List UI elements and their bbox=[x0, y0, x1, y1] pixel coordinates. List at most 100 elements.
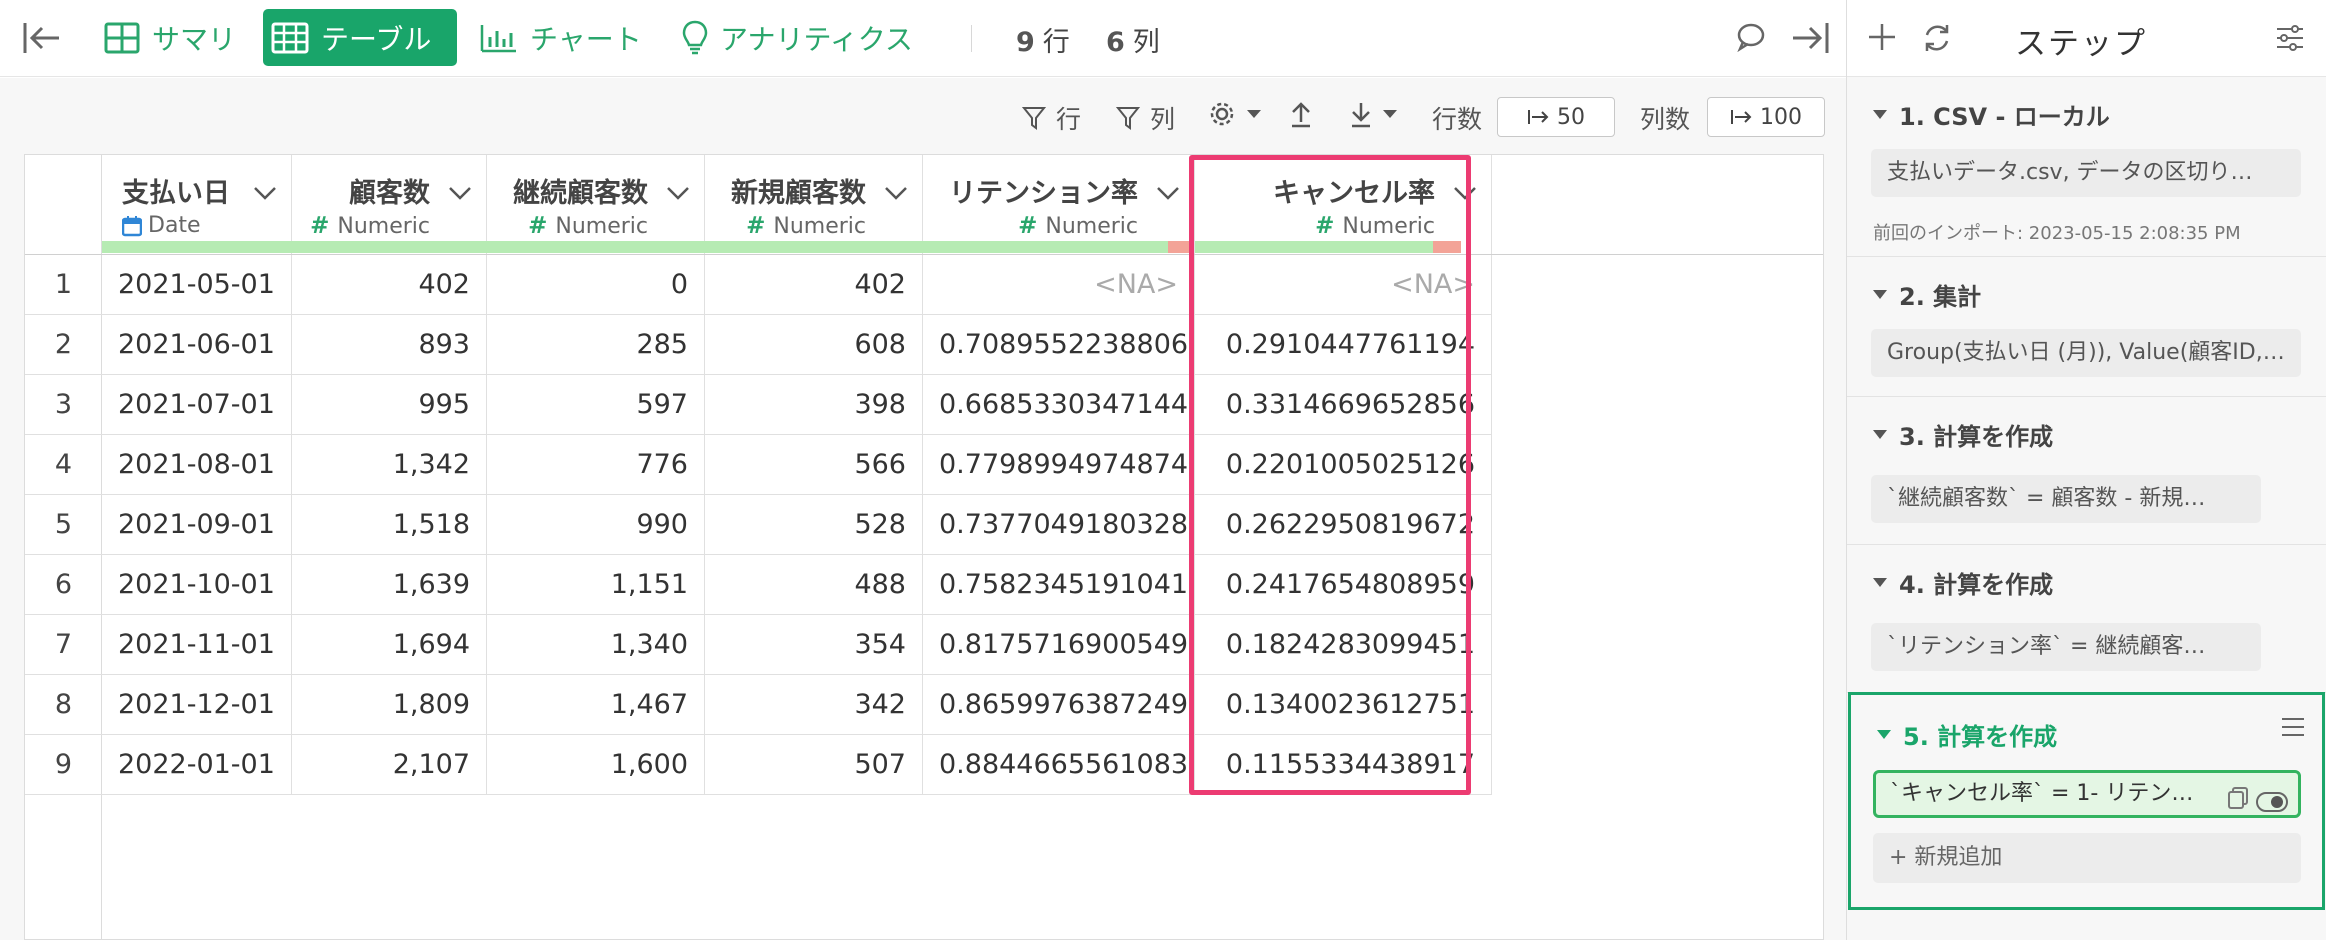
table-cell[interactable]: 0.8659976387249 bbox=[923, 675, 1195, 735]
column-header-retention-rate[interactable]: リテンション率 # Numeric bbox=[923, 155, 1195, 255]
table-cell[interactable]: 342 bbox=[705, 675, 923, 735]
step-5-title[interactable]: 5. 計算を作成 bbox=[1877, 717, 2057, 752]
chevron-down-icon[interactable] bbox=[448, 185, 472, 204]
table-cell[interactable]: 0.3314669652856 bbox=[1195, 375, 1492, 435]
table-cell[interactable]: 0.7582345191041 bbox=[923, 555, 1195, 615]
step-5[interactable]: 5. 計算を作成 `キャンセル率` = 1- リテン… + 新規追加 bbox=[1848, 692, 2325, 910]
table-cell[interactable]: 2021-10-01 bbox=[102, 555, 292, 615]
step-5-body[interactable]: `キャンセル率` = 1- リテン… bbox=[1873, 770, 2301, 818]
step-1-body[interactable]: 支払いデータ.csv, データの区切り… bbox=[1871, 149, 2301, 197]
step-1-title[interactable]: 1. CSV - ローカル bbox=[1873, 97, 2110, 132]
table-cell[interactable]: 2021-05-01 bbox=[102, 255, 292, 315]
step-2-title[interactable]: 2. 集計 bbox=[1873, 277, 1981, 312]
table-cell[interactable]: <NA> bbox=[923, 255, 1195, 315]
table-cell[interactable]: 1,518 bbox=[292, 495, 487, 555]
table-cell[interactable]: 0.2622950819672 bbox=[1195, 495, 1492, 555]
table-cell[interactable]: 0.8844665561083 bbox=[923, 735, 1195, 795]
step-1[interactable]: 1. CSV - ローカル 支払いデータ.csv, データの区切り… 前回のイン… bbox=[1847, 77, 2326, 257]
collapse-left-icon[interactable] bbox=[22, 20, 62, 56]
table-cell[interactable]: 0.7089552238806 bbox=[923, 315, 1195, 375]
copy-icon[interactable] bbox=[2226, 783, 2250, 815]
column-header-new-customers[interactable]: 新規顧客数 # Numeric bbox=[705, 155, 923, 255]
table-cell[interactable]: 1,694 bbox=[292, 615, 487, 675]
add-new-step-button[interactable]: + 新規追加 bbox=[1873, 833, 2301, 883]
column-header-customers[interactable]: 顧客数 # Numeric bbox=[292, 155, 487, 255]
table-cell[interactable]: 0.1340023612751 bbox=[1195, 675, 1492, 735]
column-header-returning-customers[interactable]: 継続顧客数 # Numeric bbox=[487, 155, 705, 255]
table-cell[interactable]: 0.7798994974874 bbox=[923, 435, 1195, 495]
add-step-icon[interactable] bbox=[1867, 22, 1897, 56]
table-cell[interactable]: <NA> bbox=[1195, 255, 1492, 315]
table-cell[interactable]: 2,107 bbox=[292, 735, 487, 795]
table-cell[interactable]: 990 bbox=[487, 495, 705, 555]
tab-analytics[interactable]: アナリティクス bbox=[674, 9, 925, 66]
table-cell[interactable]: 1,639 bbox=[292, 555, 487, 615]
table-cell[interactable]: 566 bbox=[705, 435, 923, 495]
table-cell[interactable]: 0.8175716900549 bbox=[923, 615, 1195, 675]
step-3-title[interactable]: 3. 計算を作成 bbox=[1873, 417, 2053, 452]
table-cell[interactable]: 1,151 bbox=[487, 555, 705, 615]
table-cell[interactable]: 0.2417654808959 bbox=[1195, 555, 1492, 615]
table-cell[interactable]: 995 bbox=[292, 375, 487, 435]
table-cell[interactable]: 597 bbox=[487, 375, 705, 435]
hamburger-menu-icon[interactable] bbox=[2281, 717, 2305, 741]
upload-icon[interactable] bbox=[1290, 100, 1322, 128]
chevron-down-icon[interactable] bbox=[1453, 185, 1477, 204]
step-4-body[interactable]: `リテンション率` = 継続顧客… bbox=[1871, 623, 2261, 671]
table-cell[interactable]: 2021-09-01 bbox=[102, 495, 292, 555]
expand-right-icon[interactable] bbox=[1790, 20, 1830, 60]
table-cell[interactable]: 398 bbox=[705, 375, 923, 435]
table-cell[interactable]: 2021-06-01 bbox=[102, 315, 292, 375]
table-cell[interactable]: 1,809 bbox=[292, 675, 487, 735]
table-cell[interactable]: 402 bbox=[292, 255, 487, 315]
settings-dropdown[interactable] bbox=[1208, 100, 1272, 128]
table-cell[interactable]: 354 bbox=[705, 615, 923, 675]
table-cell[interactable]: 0 bbox=[487, 255, 705, 315]
table-cell[interactable]: 402 bbox=[705, 255, 923, 315]
table-cell[interactable]: 1,467 bbox=[487, 675, 705, 735]
table-cell[interactable]: 0.6685330347144 bbox=[923, 375, 1195, 435]
column-header-cancel-rate[interactable]: キャンセル率 # Numeric bbox=[1195, 155, 1492, 255]
toggle-icon[interactable] bbox=[2256, 785, 2288, 815]
table-cell[interactable]: 0.2201005025126 bbox=[1195, 435, 1492, 495]
table-cell[interactable]: 2021-08-01 bbox=[102, 435, 292, 495]
table-cell[interactable]: 776 bbox=[487, 435, 705, 495]
cols-limit-input[interactable]: 100 bbox=[1707, 97, 1825, 137]
table-cell[interactable]: 0.2910447761194 bbox=[1195, 315, 1492, 375]
table-cell[interactable]: 285 bbox=[487, 315, 705, 375]
table-cell[interactable]: 2021-07-01 bbox=[102, 375, 292, 435]
tab-table[interactable]: テーブル bbox=[263, 9, 457, 66]
step-2[interactable]: 2. 集計 Group(支払い日 (月)), Value(顧客ID,… bbox=[1847, 257, 2326, 397]
step-2-body[interactable]: Group(支払い日 (月)), Value(顧客ID,… bbox=[1871, 329, 2301, 377]
step-4[interactable]: 4. 計算を作成 `リテンション率` = 継続顧客… bbox=[1847, 545, 2326, 693]
table-cell[interactable]: 893 bbox=[292, 315, 487, 375]
download-dropdown[interactable] bbox=[1350, 100, 1408, 128]
chevron-down-icon[interactable] bbox=[1156, 185, 1180, 204]
sliders-icon[interactable] bbox=[2275, 24, 2305, 56]
table-cell[interactable]: 0.1824283099451 bbox=[1195, 615, 1492, 675]
table-cell[interactable]: 0.1155334438917 bbox=[1195, 735, 1492, 795]
column-filter-button[interactable]: 列 bbox=[1116, 100, 1175, 136]
step-4-title[interactable]: 4. 計算を作成 bbox=[1873, 565, 2053, 600]
tab-summary[interactable]: サマリ bbox=[96, 9, 248, 66]
comment-icon[interactable] bbox=[1736, 22, 1766, 56]
table-cell[interactable]: 507 bbox=[705, 735, 923, 795]
tab-chart[interactable]: チャート bbox=[472, 9, 654, 66]
refresh-icon[interactable] bbox=[1921, 22, 1953, 58]
step-3-body[interactable]: `継続顧客数` = 顧客数 - 新規… bbox=[1871, 475, 2261, 523]
table-cell[interactable]: 608 bbox=[705, 315, 923, 375]
table-cell[interactable]: 1,342 bbox=[292, 435, 487, 495]
table-cell[interactable]: 488 bbox=[705, 555, 923, 615]
chevron-down-icon[interactable] bbox=[666, 185, 690, 204]
table-cell[interactable]: 0.7377049180328 bbox=[923, 495, 1195, 555]
table-cell[interactable]: 1,600 bbox=[487, 735, 705, 795]
column-header-payment-date[interactable]: 支払い日 Date bbox=[102, 155, 292, 255]
table-cell[interactable]: 1,340 bbox=[487, 615, 705, 675]
table-cell[interactable]: 528 bbox=[705, 495, 923, 555]
table-cell[interactable]: 2021-11-01 bbox=[102, 615, 292, 675]
row-filter-button[interactable]: 行 bbox=[1022, 100, 1081, 136]
table-cell[interactable]: 2021-12-01 bbox=[102, 675, 292, 735]
table-cell[interactable]: 2022-01-01 bbox=[102, 735, 292, 795]
chevron-down-icon[interactable] bbox=[253, 185, 277, 204]
rows-limit-input[interactable]: 50 bbox=[1497, 97, 1615, 137]
